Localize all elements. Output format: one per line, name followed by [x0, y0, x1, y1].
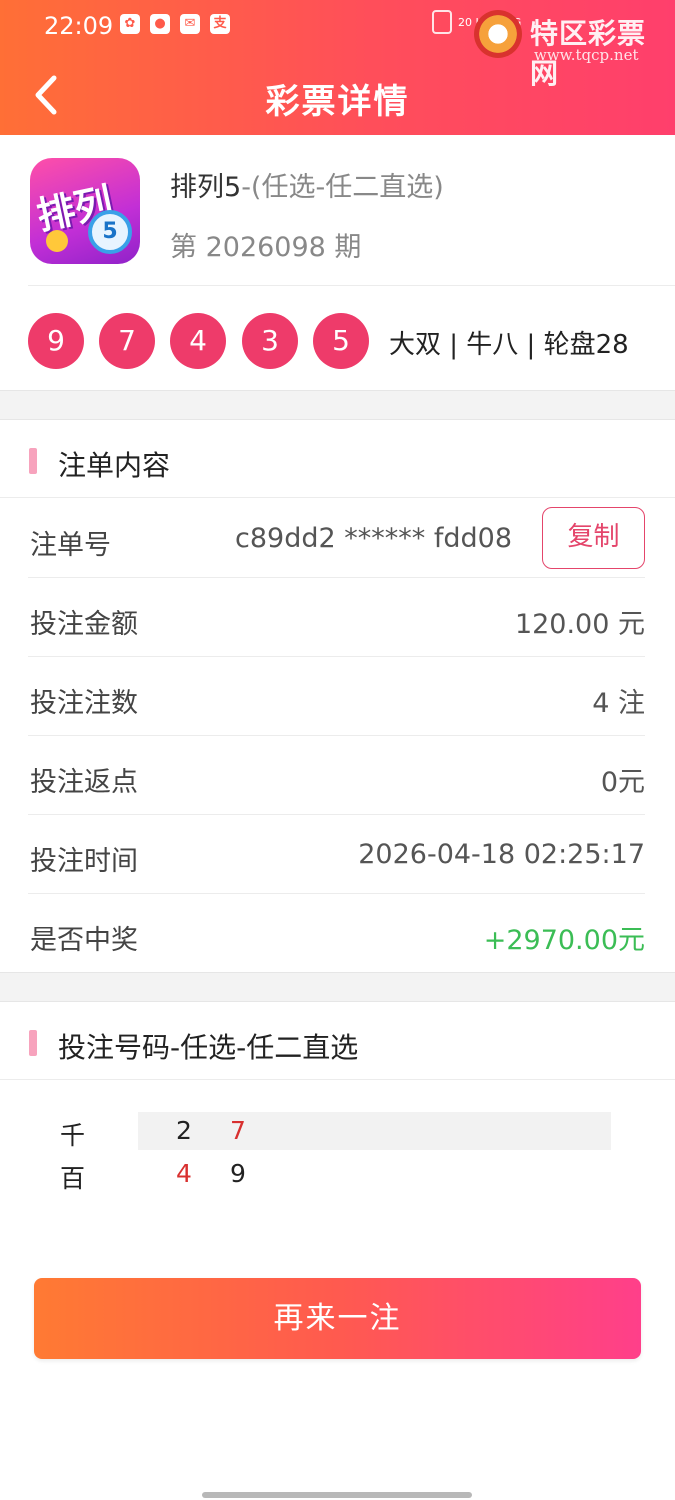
bet-section-title: 投注号码-任选-任二直选	[58, 1031, 359, 1064]
taobao-icon: ✿	[120, 14, 140, 34]
draw-ball: 5	[313, 313, 369, 369]
bet-number: 2	[176, 1116, 192, 1145]
lottery-summary: 排列 5 排列5-(任选-任二直选) 第 2026098 期	[0, 135, 675, 285]
row-label: 投注返点	[30, 767, 138, 798]
bet-number-hit: 4	[176, 1159, 192, 1188]
lottery-name-line: 排列5-(任选-任二直选)	[170, 165, 444, 204]
row-value: 120.00 元	[514, 609, 645, 640]
order-row-time: 投注时间 2026-04-18 02:25:17	[28, 815, 645, 894]
order-section-title: 注单内容	[58, 449, 171, 482]
order-row-count: 投注注数 4 注	[28, 657, 645, 736]
row-label: 是否中奖	[30, 925, 138, 956]
lottery-issue: 第 2026098 期	[170, 232, 362, 263]
app-header: 22:09 ✿ ● ✉ 支 20 KB/s 5G 特区彩票网 www.tqcp.…	[0, 0, 675, 135]
bet-number-hit: 7	[230, 1116, 246, 1145]
section-divider	[0, 972, 675, 1002]
row-value: 0元	[600, 767, 645, 798]
wechat-icon: ●	[150, 14, 170, 34]
section-marker	[29, 448, 37, 474]
home-indicator[interactable]	[202, 1492, 472, 1498]
mail-icon: ✉	[180, 14, 200, 34]
order-row-amount: 投注金额 120.00 元	[28, 578, 645, 657]
order-row-number: 注单号 c89dd2 ****** fdd08 复制	[28, 499, 645, 578]
order-section-header: 注单内容	[0, 420, 675, 498]
watermark-logo-icon	[474, 10, 522, 58]
status-time: 22:09	[44, 12, 114, 40]
notification-icons: ✿ ● ✉ 支	[120, 14, 230, 34]
row-label: 投注注数	[30, 688, 138, 719]
draw-ball: 4	[170, 313, 226, 369]
lottery-name: 排列5	[170, 172, 242, 203]
watermark: 特区彩票网 www.tqcp.net	[472, 8, 672, 90]
draw-result: 9 7 4 3 5 大双 | 牛八 | 轮盘28	[28, 285, 675, 390]
row-label: 投注时间	[30, 846, 138, 877]
bet-section-header: 投注号码-任选-任二直选	[0, 1002, 675, 1080]
coin-icon	[46, 230, 68, 252]
bet-row: 千 2 7	[56, 1112, 616, 1150]
bet-again-button[interactable]: 再来一注	[34, 1278, 641, 1359]
order-row-rebate: 投注返点 0元	[28, 736, 645, 815]
watermark-url: www.tqcp.net	[534, 46, 639, 64]
lottery-play-type: -(任选-任二直选)	[241, 172, 444, 203]
copy-button[interactable]: 复制	[542, 507, 645, 569]
row-value: 4 注	[592, 688, 645, 719]
bet-number: 9	[230, 1159, 246, 1188]
order-number-value: c89dd2 ****** fdd08	[235, 523, 512, 554]
page-title: 彩票详情	[265, 82, 410, 122]
draw-attributes: 大双 | 牛八 | 轮盘28	[389, 330, 629, 360]
lottery-logo: 排列 5	[30, 158, 140, 264]
alipay-icon: 支	[210, 14, 230, 34]
row-label: 注单号	[30, 530, 111, 561]
win-amount: +2970.00元	[483, 925, 645, 956]
bet-numbers-table: 千 2 7 百 4 9	[0, 1080, 675, 1210]
draw-ball: 3	[242, 313, 298, 369]
section-divider	[0, 390, 675, 420]
bet-position: 千	[60, 1121, 86, 1150]
order-row-win: 是否中奖 +2970.00元	[28, 894, 645, 973]
section-marker	[29, 1030, 37, 1056]
bet-position: 百	[60, 1164, 86, 1193]
row-value: 2026-04-18 02:25:17	[358, 839, 645, 870]
row-label: 投注金额	[30, 609, 138, 640]
bet-row: 百 4 9	[56, 1155, 616, 1193]
vibrate-icon	[432, 10, 452, 34]
draw-ball: 9	[28, 313, 84, 369]
logo-ball: 5	[88, 210, 132, 254]
draw-ball: 7	[99, 313, 155, 369]
